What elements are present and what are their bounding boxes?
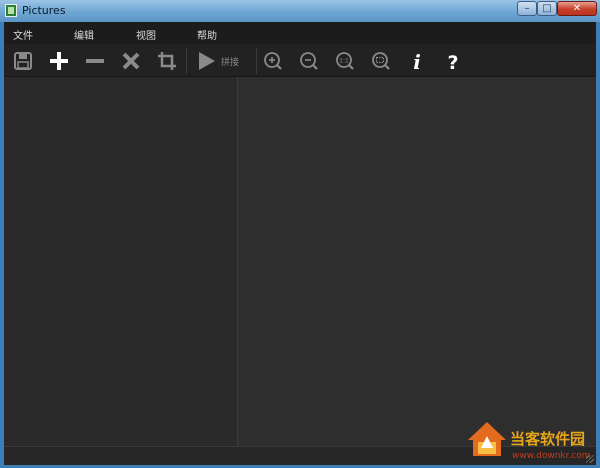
add-button[interactable] xyxy=(46,49,72,73)
minus-icon xyxy=(86,59,104,63)
info-button[interactable]: i xyxy=(404,49,430,73)
menu-view[interactable]: 视图 xyxy=(136,27,156,42)
info-text: i xyxy=(413,50,421,72)
save-icon xyxy=(14,52,32,70)
info-icon: i xyxy=(413,50,421,72)
client-area: 文件 编辑 视图 帮助 拼接 1:1 i ? xyxy=(4,22,596,465)
help-text: ? xyxy=(447,52,458,72)
maximize-icon: □ xyxy=(542,3,552,14)
zoom-actual-button[interactable]: 1:1 xyxy=(332,49,358,73)
menu-bar: 文件 编辑 视图 帮助 xyxy=(4,22,596,44)
close-icon: ✕ xyxy=(572,3,582,14)
title-bar[interactable]: Pictures – □ ✕ xyxy=(0,0,600,22)
zoom-in-icon xyxy=(264,52,282,70)
menu-help[interactable]: 帮助 xyxy=(197,27,217,42)
menu-edit[interactable]: 编辑 xyxy=(74,27,94,42)
watermark-text: 当客软件园 xyxy=(510,430,586,448)
toolbar: 拼接 1:1 i ? xyxy=(4,44,596,77)
window-title: Pictures xyxy=(22,4,66,17)
zoom-actual-icon: 1:1 xyxy=(336,52,354,70)
zoom-fit-icon xyxy=(372,52,390,70)
minimize-icon: – xyxy=(524,3,530,14)
watermark-url: www.downkr.com xyxy=(512,451,591,461)
crop-icon xyxy=(158,52,176,70)
plus-icon xyxy=(50,52,68,70)
help-button[interactable]: ? xyxy=(440,49,466,73)
help-icon: ? xyxy=(447,52,458,72)
watermark-house-logo xyxy=(468,422,506,456)
play-icon xyxy=(199,52,215,70)
x-icon xyxy=(122,52,140,70)
zoom-fit-button[interactable] xyxy=(368,49,394,73)
crop-button[interactable] xyxy=(154,49,180,73)
zoom-out-button[interactable] xyxy=(296,49,322,73)
app-window: Pictures – □ ✕ 文件 编辑 视图 帮助 拼接 1:1 i ? 当客… xyxy=(0,0,600,468)
zoom-out-icon xyxy=(300,52,318,70)
image-preview-pane[interactable] xyxy=(238,77,596,446)
toolbar-separator xyxy=(186,48,187,74)
stitch-button[interactable] xyxy=(193,49,219,73)
menu-file[interactable]: 文件 xyxy=(13,27,33,42)
toolbar-separator xyxy=(256,48,257,74)
zoom-in-button[interactable] xyxy=(260,49,286,73)
zoom-actual-text: 1:1 xyxy=(339,58,349,65)
app-icon xyxy=(5,4,17,17)
minimize-button[interactable]: – xyxy=(517,1,537,16)
stitch-label[interactable]: 拼接 xyxy=(221,55,239,68)
save-button[interactable] xyxy=(10,49,36,73)
delete-button[interactable] xyxy=(118,49,144,73)
maximize-button[interactable]: □ xyxy=(537,1,557,16)
image-list-pane[interactable] xyxy=(4,77,238,446)
close-button[interactable]: ✕ xyxy=(557,1,597,16)
remove-button[interactable] xyxy=(82,49,108,73)
